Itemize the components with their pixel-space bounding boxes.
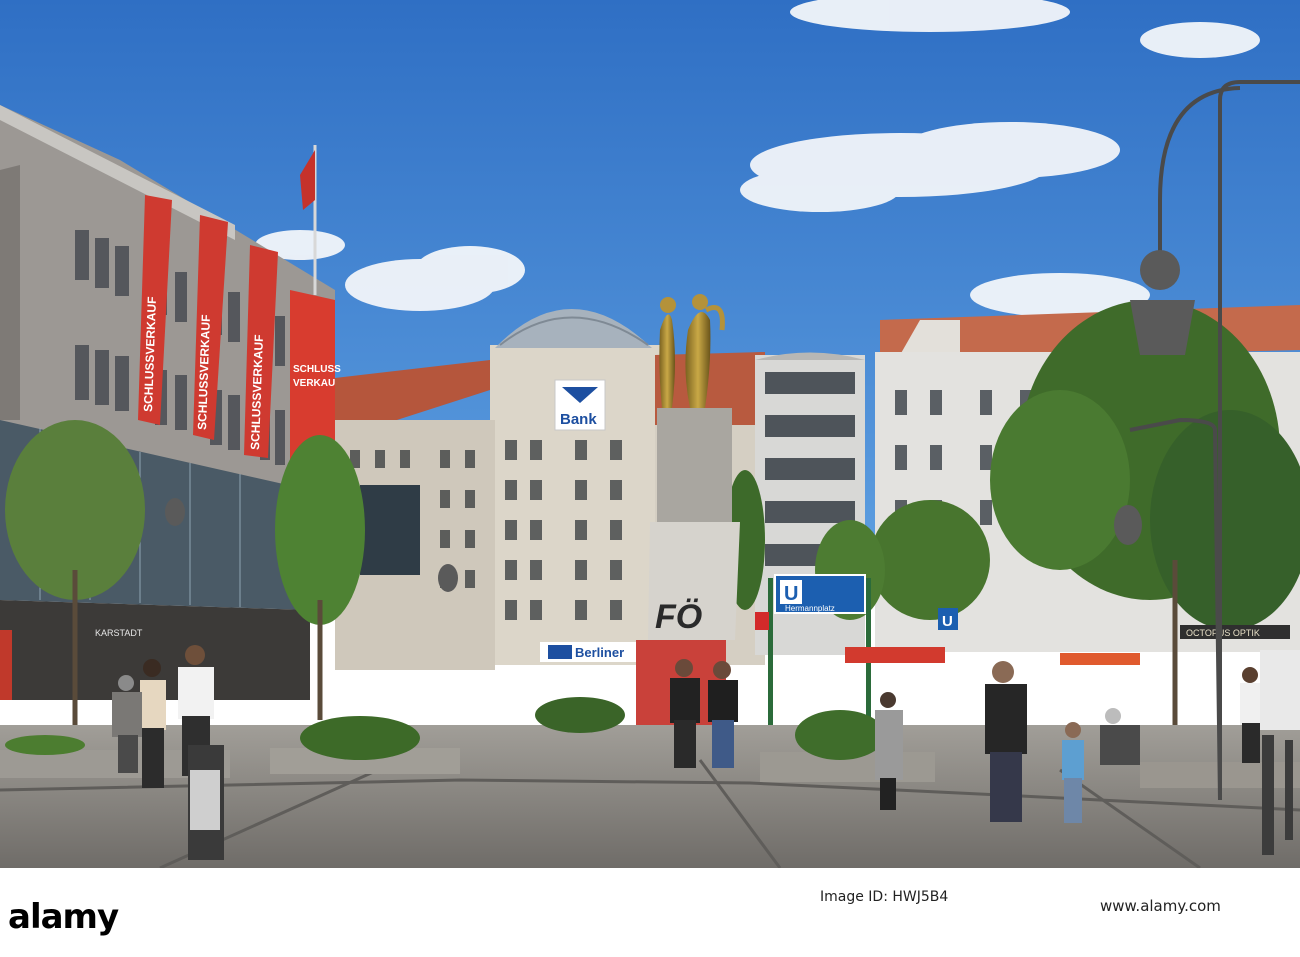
orange-awning: [1060, 653, 1140, 665]
image-id-text: Image ID: HWJ5B4: [820, 888, 1040, 906]
pharmacy-sign: [755, 612, 769, 630]
bank-building: [490, 309, 660, 665]
white-van: [1260, 650, 1300, 730]
street-photo: SCHLUSSVERKAUF SCHLUSSVERKAUF SCHLUSSVER…: [0, 0, 1300, 868]
big-banner-line1: SCHLUSS: [293, 364, 341, 375]
optik-sign: OCTOPUS OPTIK: [1186, 628, 1260, 638]
alamy-url-text: www.alamy.com: [1100, 897, 1221, 915]
small-ubahn-letter: U: [942, 613, 953, 630]
berliner-sign-text: Berliner: [575, 645, 624, 660]
image-id-line: Image ID: HWJ5B4: [820, 889, 949, 905]
station-name: Hermannplatz: [785, 604, 835, 613]
alamy-logo: alamy: [8, 897, 119, 937]
graffiti-text: FÖ: [655, 598, 702, 636]
big-banner-line2: VERKAUF: [293, 378, 341, 389]
store-sign: KARSTADT: [95, 628, 143, 638]
bank-sign-text: Bank: [560, 411, 597, 428]
ubahn-letter: U: [784, 583, 798, 605]
red-awning: [845, 647, 945, 663]
